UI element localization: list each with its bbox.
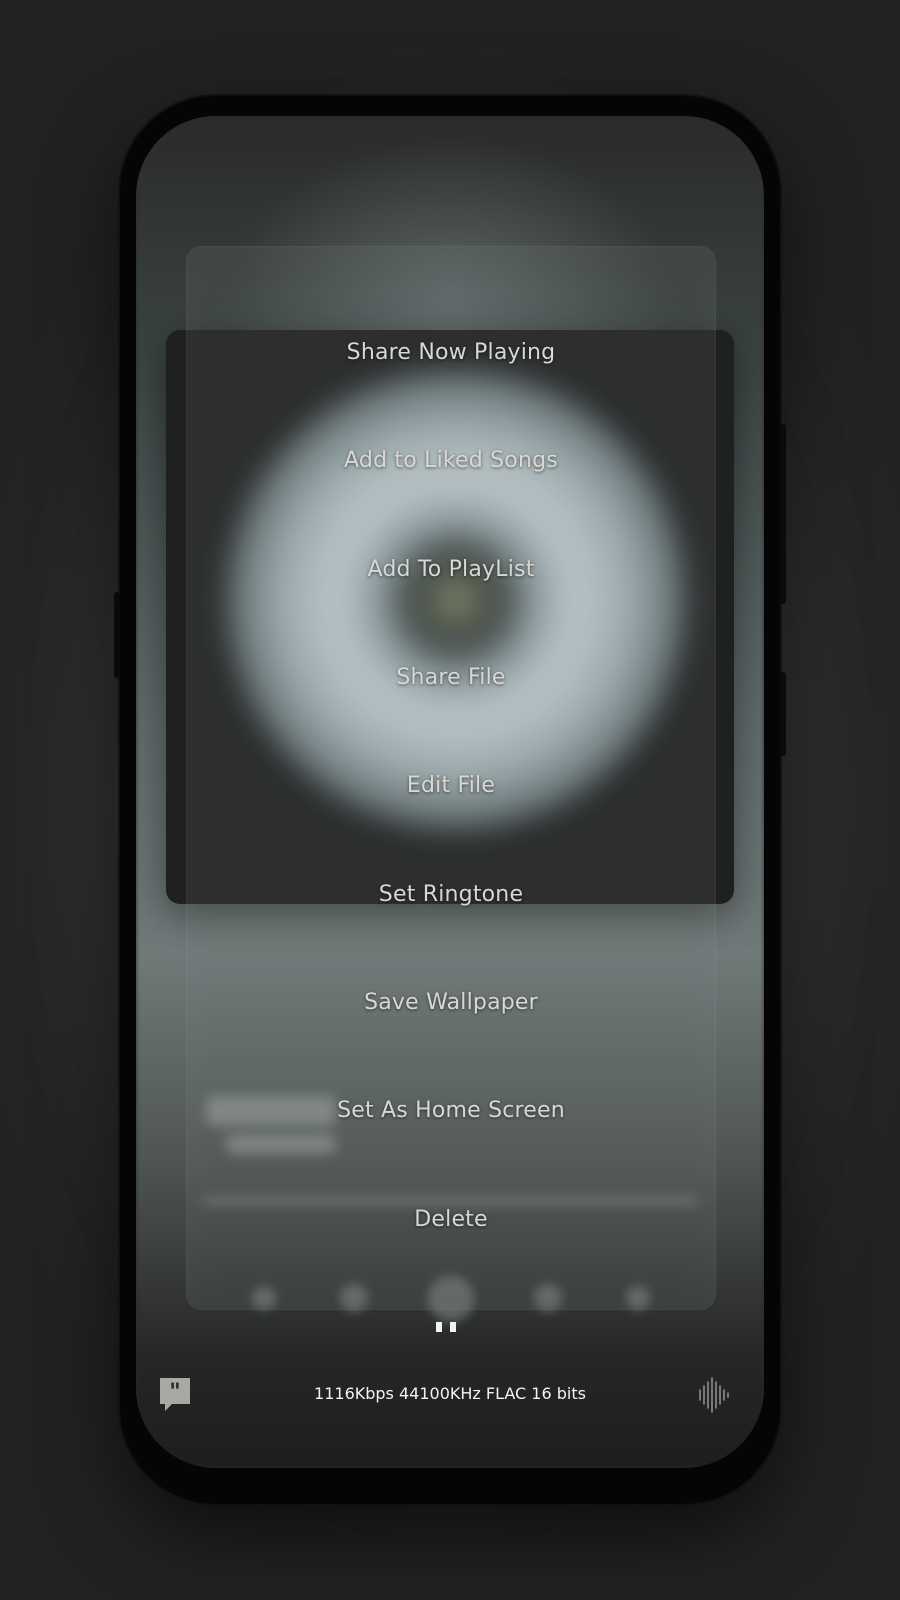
menu-item-add-to-playlist[interactable]: Add To PlayList (187, 540, 715, 600)
options-menu: Share Now Playing Add to Liked Songs Add… (186, 246, 716, 1310)
menu-item-delete[interactable]: Delete (187, 1190, 715, 1250)
audio-format-info: 1116Kbps 44100KHz FLAC 16 bits (314, 1384, 586, 1403)
phone-frame: Share Now Playing Add to Liked Songs Add… (114, 96, 786, 1504)
menu-item-save-wallpaper[interactable]: Save Wallpaper (187, 973, 715, 1033)
phone-screen: Share Now Playing Add to Liked Songs Add… (136, 116, 764, 1468)
background: Share Now Playing Add to Liked Songs Add… (0, 0, 900, 1600)
menu-item-share-now-playing[interactable]: Share Now Playing (187, 323, 715, 383)
pause-icon[interactable] (432, 1322, 462, 1332)
bottom-info-bar: 1116Kbps 44100KHz FLAC 16 bits " (136, 1364, 764, 1424)
menu-item-set-ringtone[interactable]: Set Ringtone (187, 865, 715, 925)
side-button (780, 672, 786, 756)
menu-item-share-file[interactable]: Share File (187, 648, 715, 708)
menu-item-edit-file[interactable]: Edit File (187, 756, 715, 816)
volume-button (114, 592, 120, 678)
menu-item-set-as-home-screen[interactable]: Set As Home Screen (187, 1081, 715, 1141)
lyrics-quote-icon[interactable]: " (158, 1376, 192, 1412)
waveform-icon[interactable] (698, 1376, 730, 1414)
svg-text:": " (169, 1379, 180, 1405)
menu-item-add-to-liked-songs[interactable]: Add to Liked Songs (187, 431, 715, 491)
power-button (780, 424, 786, 604)
